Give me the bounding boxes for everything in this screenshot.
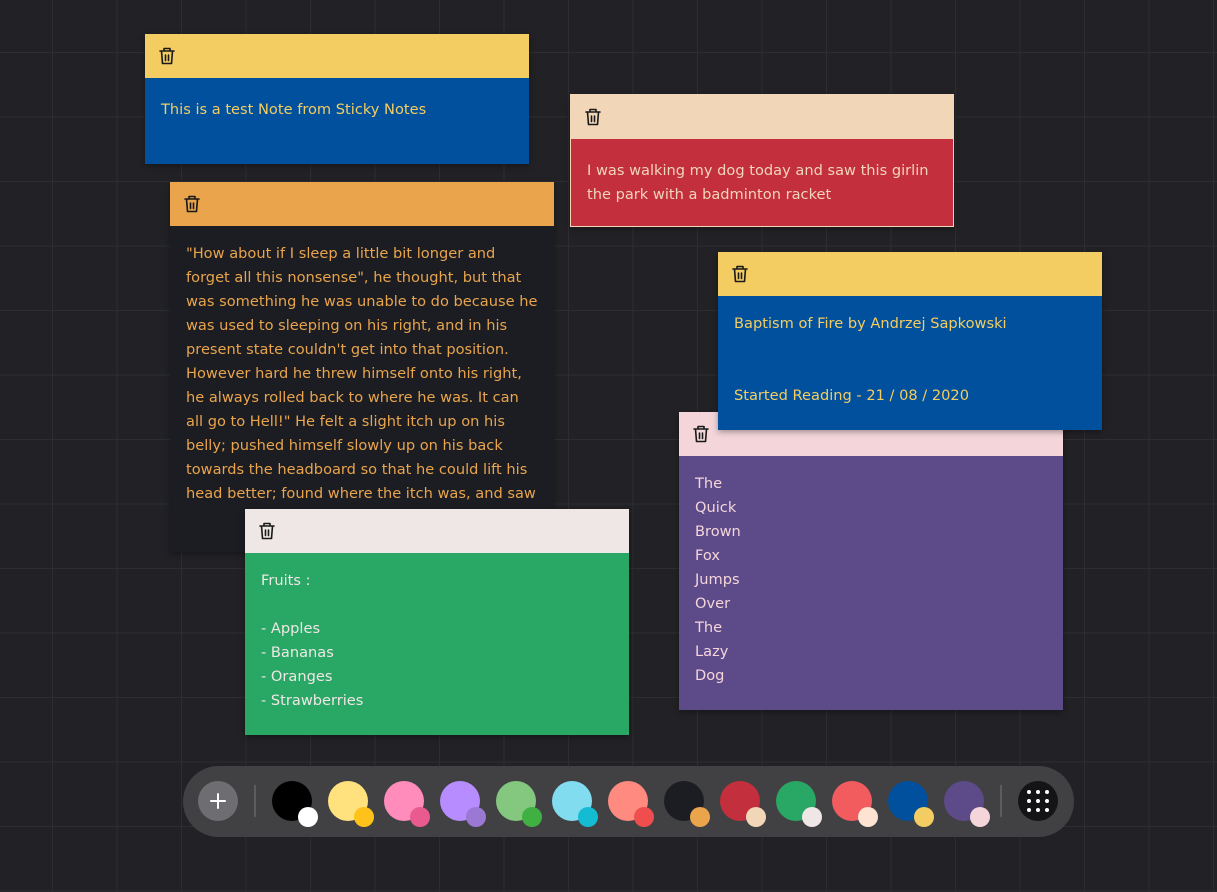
swatch-accent-dot [802, 807, 822, 827]
color-swatch[interactable] [272, 781, 318, 827]
note-text[interactable]: Baptism of Fire by Andrzej Sapkowski Sta… [718, 296, 1102, 430]
swatch-accent-dot [522, 807, 542, 827]
note-test[interactable]: This is a test Note from Sticky Notes [145, 34, 529, 164]
color-swatch[interactable] [944, 781, 990, 827]
note-text[interactable]: This is a test Note from Sticky Notes [145, 78, 529, 164]
note-text[interactable]: The Quick Brown Fox Jumps Over The Lazy … [679, 456, 1063, 710]
color-swatch[interactable] [832, 781, 878, 827]
color-swatch[interactable] [552, 781, 598, 827]
swatch-accent-dot [746, 807, 766, 827]
swatch-accent-dot [410, 807, 430, 827]
color-toolbar [183, 766, 1074, 837]
color-swatch[interactable] [608, 781, 654, 827]
trash-icon[interactable] [183, 194, 201, 214]
note-story[interactable]: "How about if I sleep a little bit longe… [170, 182, 554, 552]
note-header[interactable] [245, 509, 629, 553]
note-pangram[interactable]: The Quick Brown Fox Jumps Over The Lazy … [679, 412, 1063, 710]
swatch-accent-dot [858, 807, 878, 827]
swatch-accent-dot [914, 807, 934, 827]
color-swatch[interactable] [888, 781, 934, 827]
note-fruits[interactable]: Fruits : - Apples - Bananas - Oranges - … [245, 509, 629, 735]
color-swatch[interactable] [496, 781, 542, 827]
toolbar-divider [254, 785, 256, 817]
grid-dots-icon[interactable] [1018, 781, 1058, 821]
color-swatch[interactable] [664, 781, 710, 827]
note-text[interactable]: I was walking my dog today and saw this … [571, 139, 953, 226]
swatch-accent-dot [298, 807, 318, 827]
color-swatch[interactable] [720, 781, 766, 827]
note-text[interactable]: Fruits : - Apples - Bananas - Oranges - … [245, 553, 629, 735]
trash-icon[interactable] [692, 424, 710, 444]
swatch-accent-dot [354, 807, 374, 827]
trash-icon[interactable] [584, 107, 602, 127]
note-text[interactable]: "How about if I sleep a little bit longe… [170, 226, 554, 552]
note-book[interactable]: Baptism of Fire by Andrzej Sapkowski Sta… [718, 252, 1102, 430]
note-header[interactable] [170, 182, 554, 226]
note-header[interactable] [718, 252, 1102, 296]
color-swatch[interactable] [328, 781, 374, 827]
swatch-accent-dot [970, 807, 990, 827]
toolbar-divider [1000, 785, 1002, 817]
color-swatch[interactable] [440, 781, 486, 827]
add-note-button[interactable] [198, 781, 238, 821]
swatch-accent-dot [634, 807, 654, 827]
trash-icon[interactable] [158, 46, 176, 66]
trash-icon[interactable] [258, 521, 276, 541]
trash-icon[interactable] [731, 264, 749, 284]
swatch-accent-dot [690, 807, 710, 827]
note-header[interactable] [571, 95, 953, 139]
swatch-accent-dot [466, 807, 486, 827]
color-swatch[interactable] [776, 781, 822, 827]
swatch-accent-dot [578, 807, 598, 827]
color-swatch[interactable] [384, 781, 430, 827]
note-header[interactable] [145, 34, 529, 78]
note-dog-walk[interactable]: I was walking my dog today and saw this … [570, 94, 954, 227]
